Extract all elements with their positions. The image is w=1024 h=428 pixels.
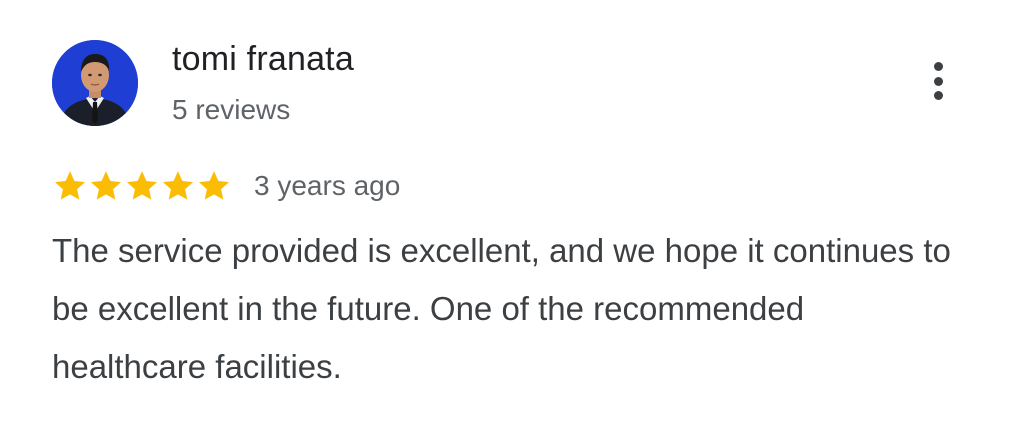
- star-icon: [199, 171, 229, 200]
- more-vert-icon: [933, 76, 943, 86]
- star-icon: [127, 171, 157, 200]
- star-icon: [91, 171, 121, 200]
- avatar[interactable]: [52, 40, 138, 126]
- star-icon: [55, 171, 85, 200]
- more-vert-icon: [933, 62, 943, 71]
- star-icon: [163, 171, 193, 200]
- review-text: The service provided is excellent, and w…: [52, 232, 951, 385]
- star-rating: [52, 168, 232, 204]
- review-count: 5 reviews: [172, 94, 291, 125]
- review-card: tomi franata 5 reviews 3 years ago The s…: [0, 0, 1024, 428]
- reviewer-name[interactable]: tomi franata: [172, 38, 354, 80]
- more-options-button[interactable]: [916, 56, 960, 106]
- person-photo-icon: [52, 40, 138, 126]
- rating-row: 3 years ago: [52, 166, 400, 206]
- review-time: 3 years ago: [254, 170, 401, 201]
- more-vert-icon: [933, 91, 943, 100]
